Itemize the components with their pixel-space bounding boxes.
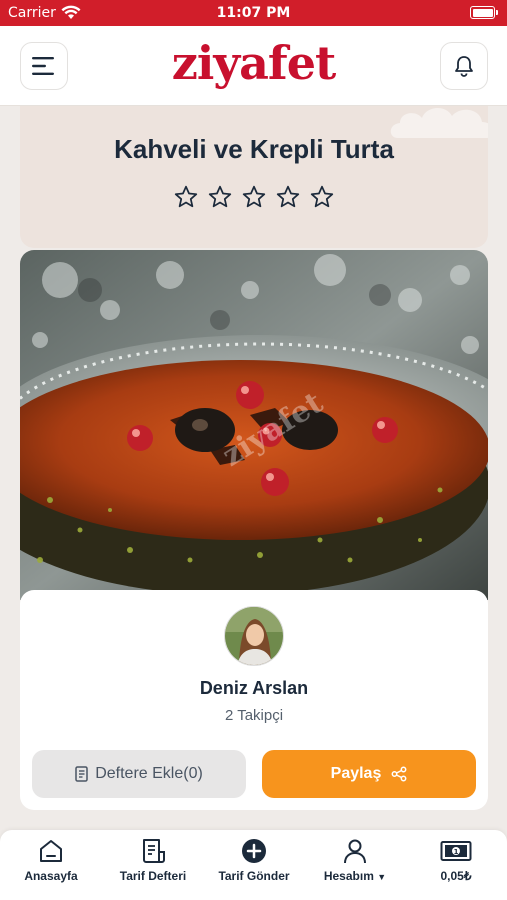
- nav-home-label: Anasayfa: [24, 869, 78, 883]
- add-to-notebook-label: Deftere Ekle(0): [95, 765, 203, 782]
- banknote-icon: 1: [440, 841, 472, 861]
- nav-account-label: Hesabım ▼: [305, 869, 405, 883]
- app-header: ziyafet: [0, 26, 507, 106]
- status-bar: Carrier 11:07 PM: [0, 0, 507, 26]
- star-icon[interactable]: [275, 184, 301, 210]
- avatar[interactable]: [224, 606, 284, 666]
- caret-down-icon: ▼: [377, 872, 387, 882]
- plus-circle-icon: [242, 839, 266, 863]
- app-logo[interactable]: ziyafet: [0, 36, 507, 90]
- bell-icon: [455, 56, 473, 77]
- svg-text:1: 1: [454, 848, 459, 856]
- nav-home[interactable]: Anasayfa: [1, 838, 101, 896]
- notifications-button[interactable]: [440, 42, 488, 90]
- share-label: Paylaş: [330, 765, 382, 782]
- nav-balance-label: 0,05₺: [440, 869, 472, 883]
- recipe-image: ziyafet: [20, 250, 488, 600]
- star-icon[interactable]: [207, 184, 233, 210]
- author-card: Deniz Arslan 2 Takipçi Deftere Ekle(0) P…: [20, 590, 488, 810]
- star-icon[interactable]: [309, 184, 335, 210]
- home-icon: [40, 840, 62, 862]
- author-name[interactable]: Deniz Arslan: [20, 678, 488, 699]
- recipe-photo[interactable]: ziyafet: [20, 250, 488, 600]
- nav-account[interactable]: Hesabım ▼: [305, 838, 405, 896]
- battery-icon: [470, 6, 498, 19]
- status-time: 11:07 PM: [216, 5, 291, 21]
- avatar-image: [225, 607, 283, 665]
- nav-submit-label: Tarif Gönder: [218, 869, 290, 883]
- recipe-book-icon: [143, 839, 165, 863]
- share-icon: [391, 766, 407, 782]
- recipe-title-card: Kahveli ve Krepli Turta: [20, 106, 488, 248]
- recipe-title: Kahveli ve Krepli Turta: [114, 134, 394, 164]
- nav-submit-recipe[interactable]: Tarif Gönder: [204, 838, 304, 896]
- follower-count: 2 Takipçi: [224, 707, 284, 724]
- user-icon: [344, 839, 366, 864]
- bottom-nav: Anasayfa Tarif Defteri Tarif Gönder Hesa…: [0, 830, 507, 900]
- nav-notebook[interactable]: Tarif Defteri: [103, 838, 203, 896]
- nav-balance[interactable]: 1 0,05₺: [406, 838, 506, 896]
- rating-stars[interactable]: [20, 184, 488, 210]
- nav-notebook-label: Tarif Defteri: [119, 869, 187, 883]
- notebook-icon: [75, 766, 88, 782]
- star-icon[interactable]: [241, 184, 267, 210]
- nav-account-text: Hesabım: [323, 869, 374, 883]
- share-button[interactable]: Paylaş: [262, 750, 476, 798]
- star-icon[interactable]: [173, 184, 199, 210]
- add-to-notebook-button[interactable]: Deftere Ekle(0): [32, 750, 246, 798]
